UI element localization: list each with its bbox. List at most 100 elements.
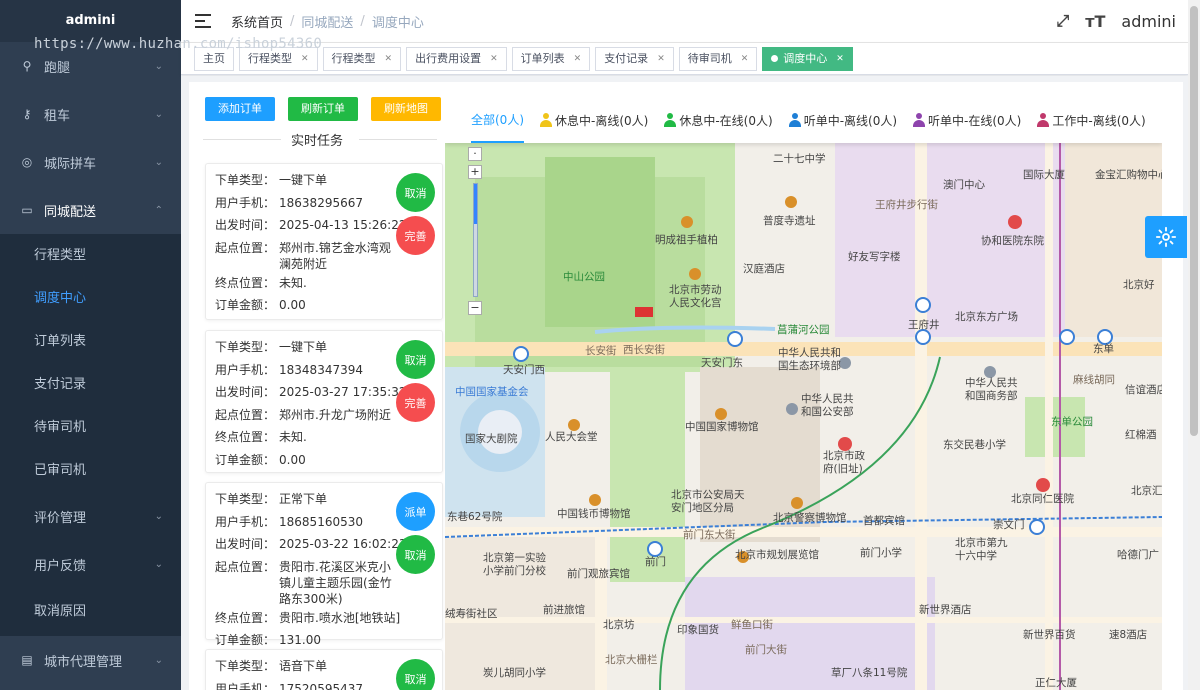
sidebar-item-reviews[interactable]: 评价管理 ⌄ [0, 492, 181, 540]
tag-orders[interactable]: 订单列表 ✕ [511, 46, 591, 71]
sidebar-item-approved-drivers[interactable]: 已审司机 [0, 449, 181, 492]
map-label: 北京好 [1123, 279, 1155, 291]
zoom-in-button[interactable]: + [468, 165, 482, 179]
order-type: 语音下单 [279, 659, 328, 673]
doc-icon: ▤ [21, 653, 33, 667]
map-label: 北京东方广场 [955, 311, 1018, 323]
start-location: 贵阳市.花溪区米克小镇儿童主题乐园(金竹路东300米) [279, 559, 392, 606]
map-label: 金宝汇购物中心 [1095, 169, 1162, 181]
user-menu[interactable]: admini [1121, 12, 1176, 31]
start-location: 郑州市.升龙广场附近 [279, 407, 391, 422]
tag-pending-drivers[interactable]: 待审司机 ✕ [678, 46, 758, 71]
location-icon: ◎ [21, 155, 33, 169]
map-label: 中国国家基金会 [455, 386, 529, 398]
bike-icon: ⚲ [22, 59, 32, 73]
refresh-map-button[interactable]: 刷新地图 [371, 97, 441, 121]
map-label: 二十七中学 [773, 153, 826, 165]
status-filter-resting-online[interactable]: 休息中-在线(0人) [664, 112, 773, 129]
map-label: 北京坊 [603, 619, 635, 631]
cancel-button[interactable]: 取消 [396, 659, 435, 690]
close-icon[interactable]: ✕ [741, 48, 749, 70]
sidebar-item-intercity[interactable]: ◎ 城际拼车 ⌄ [0, 138, 181, 186]
sidebar-item-pending-drivers[interactable]: 待审司机 [0, 406, 181, 449]
sidebar-item-label: 城际拼车 [44, 156, 97, 172]
refresh-orders-button[interactable]: 刷新订单 [288, 97, 358, 121]
map-label: 协和医院东院 [981, 235, 1044, 247]
map-label: 明成祖手植柏 [655, 234, 718, 246]
tag-label: 出行费用设置 [415, 51, 482, 65]
user-phone: 18348347394 [279, 362, 363, 377]
complete-button[interactable]: 完善 [396, 216, 435, 255]
sidebar-item-dispatch[interactable]: 调度中心 [0, 277, 181, 320]
status-filter-listening-online[interactable]: 听单中-在线(0人) [913, 112, 1021, 129]
map-label: 北京警察博物馆 [773, 512, 847, 524]
sidebar-item-city-agents[interactable]: ▤ 城市代理管理 ⌄ [0, 636, 181, 684]
status-filter-resting-offline[interactable]: 休息中-离线(0人) [540, 112, 648, 129]
dispatch-map[interactable]: 全部(0人) 休息中-离线(0人) 休息中-在线(0人) 听单中-离线(0人) … [445, 97, 1162, 690]
status-label: 全部(0人) [471, 112, 524, 127]
cancel-button[interactable]: 取消 [396, 535, 435, 574]
map-label: 炭儿胡同小学 [483, 667, 546, 679]
dispatch-panel: 添加订单 刷新订单 刷新地图 实时任务 下单类型： 一键下单 用户手机： 18638… [189, 82, 1183, 690]
sidebar-item-trip-type[interactable]: 行程类型 [0, 234, 181, 277]
zoom-slider[interactable] [473, 183, 478, 297]
close-icon[interactable]: ✕ [657, 48, 665, 70]
menu-toggle-icon[interactable] [195, 14, 211, 28]
sidebar-item-label: 租车 [44, 108, 71, 124]
tag-payments[interactable]: 支付记录 ✕ [595, 46, 674, 71]
start-location: 郑州市.锦艺金水湾观澜苑附近 [279, 240, 391, 271]
status-filter-all[interactable]: 全部(0人) [471, 97, 524, 143]
sidebar-item-feedback[interactable]: 用户反馈 ⌄ [0, 540, 181, 588]
close-icon[interactable]: ✕ [385, 48, 393, 70]
settings-button[interactable] [1145, 216, 1187, 258]
tag-dispatch[interactable]: 调度中心 ✕ [762, 46, 853, 71]
close-icon[interactable]: ✕ [836, 48, 844, 70]
map-label: 王府井 [908, 319, 940, 331]
map-label: 天安门西 [503, 364, 545, 376]
sidebar-item-rental[interactable]: ⚷ 租车 ⌄ [0, 90, 181, 138]
status-filter-working-offline[interactable]: 工作中-离线(0人) [1037, 112, 1146, 129]
status-label: 听单中-在线(0人) [928, 113, 1022, 128]
map-label: 草厂八条11号院 [831, 667, 908, 679]
sidebar-item-orders[interactable]: 订单列表 [0, 320, 181, 363]
cancel-button[interactable]: 取消 [396, 173, 435, 212]
close-icon[interactable]: ✕ [490, 48, 498, 70]
add-order-button[interactable]: 添加订单 [205, 97, 275, 121]
field-label: 终点位置： [215, 275, 276, 290]
complete-button[interactable]: 完善 [396, 383, 435, 422]
dispatch-button[interactable]: 派单 [396, 492, 435, 531]
status-filter-listening-offline[interactable]: 听单中-离线(0人) [788, 112, 897, 129]
field-label: 下单类型： [215, 173, 276, 187]
sidebar-item-label: 跑腿 [44, 60, 71, 76]
sidebar-item-cancel-reasons[interactable]: 取消原因 [0, 588, 181, 636]
driver-status-bar: 全部(0人) 休息中-离线(0人) 休息中-在线(0人) 听单中-离线(0人) … [445, 97, 1162, 143]
main-content: 添加订单 刷新订单 刷新地图 实时任务 下单类型： 一键下单 用户手机： 18638… [181, 76, 1188, 690]
zoom-out-button[interactable]: − [468, 301, 482, 315]
field-label: 下单类型： [215, 492, 276, 506]
tag-label: 订单列表 [520, 51, 565, 65]
map-label: 中华人民共和国商务部 [965, 377, 1018, 402]
field-label: 用户手机： [215, 514, 276, 529]
tag-fare-settings[interactable]: 出行费用设置 ✕ [406, 46, 507, 71]
close-icon[interactable]: ✕ [574, 48, 582, 70]
field-label: 终点位置： [215, 610, 276, 625]
map-pan-button[interactable]: · [468, 147, 482, 161]
departure-time: 2025-03-22 16:02:23 [279, 537, 407, 551]
map-label: 天安门东 [701, 357, 743, 369]
tag-trip-type-2[interactable]: 行程类型 ✕ [322, 46, 402, 71]
map-label: 东巷62号院 [447, 511, 503, 523]
map-label: 北京汇 [1131, 485, 1162, 497]
font-size-icon[interactable]: тT [1085, 12, 1105, 31]
sidebar-item-payments[interactable]: 支付记录 [0, 363, 181, 406]
breadcrumb-current: 调度中心 [371, 15, 424, 31]
breadcrumb-section[interactable]: 同城配送 [301, 12, 353, 31]
fullscreen-icon[interactable]: ⤢ [1056, 11, 1069, 31]
field-label: 订单金额： [215, 452, 276, 467]
cancel-button[interactable]: 取消 [396, 340, 435, 379]
page-scrollbar[interactable] [1188, 0, 1200, 690]
key-icon: ⚷ [22, 107, 32, 121]
sidebar-item-delivery[interactable]: ▭ 同城配送 ⌃ [0, 186, 181, 234]
breadcrumb-home[interactable]: 系统首页 [231, 12, 283, 31]
top-header: 系统首页 / 同城配送 / 调度中心 ⤢ тT admini [181, 0, 1188, 43]
map-label: 前门大街 [745, 644, 787, 656]
